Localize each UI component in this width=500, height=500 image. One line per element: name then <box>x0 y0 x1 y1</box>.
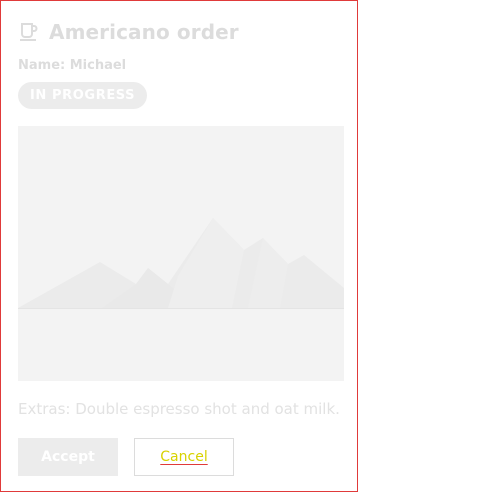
order-title: Americano order <box>49 20 239 44</box>
customer-name: Name: Michael <box>18 58 127 73</box>
order-card: Americano order Name: Michael IN PROGRES… <box>0 0 358 492</box>
status-badge: IN PROGRESS <box>18 82 148 109</box>
cancel-button[interactable]: Cancel <box>134 438 234 476</box>
order-extras: Extras: Double espresso shot and oat mil… <box>18 400 340 418</box>
coffee-cup-icon <box>18 21 40 43</box>
card-header: Americano order <box>18 20 239 44</box>
mountain-landscape-icon <box>18 126 344 381</box>
image-placeholder <box>18 126 344 381</box>
accept-button[interactable]: Accept <box>18 438 118 476</box>
